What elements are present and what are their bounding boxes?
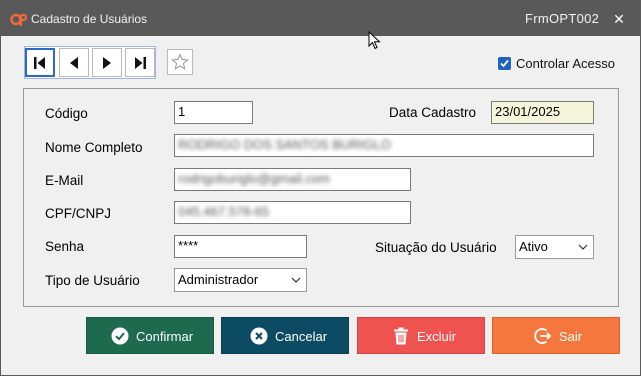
codigo-label: Código bbox=[45, 106, 88, 121]
situacao-usuario-select[interactable]: Ativo bbox=[515, 235, 594, 259]
first-record-button[interactable] bbox=[25, 48, 55, 77]
next-record-icon bbox=[103, 56, 111, 69]
excluir-label: Excluir bbox=[417, 329, 457, 344]
first-record-icon bbox=[34, 56, 45, 69]
trash-icon bbox=[394, 327, 408, 345]
last-record-icon bbox=[135, 56, 146, 69]
star-icon bbox=[171, 53, 189, 70]
nome-completo-field[interactable]: RODRIGO DOS SANTOS BURIGLO bbox=[174, 134, 594, 157]
senha-label: Senha bbox=[45, 239, 85, 254]
cpf-cnpj-label: CPF/CNPJ bbox=[45, 206, 112, 221]
app-logo-icon bbox=[10, 13, 27, 26]
tipo-usuario-value: Administrador bbox=[178, 272, 259, 287]
sair-button[interactable]: Sair bbox=[492, 317, 620, 354]
controlar-acesso-checkbox[interactable] bbox=[498, 57, 511, 70]
confirmar-label: Confirmar bbox=[136, 329, 194, 344]
nome-completo-label: Nome Completo bbox=[45, 140, 143, 155]
checkmark-icon bbox=[500, 59, 509, 68]
nome-completo-value: RODRIGO DOS SANTOS BURIGLO bbox=[178, 137, 391, 152]
situacao-usuario-label: Situação do Usuário bbox=[375, 240, 497, 255]
cancelar-button[interactable]: Cancelar bbox=[221, 317, 349, 354]
senha-field[interactable]: **** bbox=[174, 235, 307, 258]
excluir-button[interactable]: Excluir bbox=[357, 317, 485, 354]
confirmar-button[interactable]: Confirmar bbox=[86, 317, 214, 354]
window-title: Cadastro de Usuários bbox=[31, 12, 148, 26]
exit-icon bbox=[534, 328, 552, 344]
sair-label: Sair bbox=[559, 329, 583, 344]
previous-record-icon bbox=[70, 56, 78, 69]
tipo-usuario-label: Tipo de Usuário bbox=[45, 273, 140, 288]
email-value: rodrigoburiglo@gmail.com bbox=[178, 171, 330, 186]
email-field[interactable]: rodrigoburiglo@gmail.com bbox=[174, 168, 411, 191]
check-circle-icon bbox=[111, 327, 129, 345]
cadastro-usuarios-window: Cadastro de Usuários FrmOPT002 ✕ Control… bbox=[0, 0, 641, 376]
favorite-button[interactable] bbox=[167, 49, 193, 75]
previous-record-button[interactable] bbox=[59, 48, 89, 77]
cancel-circle-icon bbox=[250, 327, 268, 345]
tipo-usuario-select[interactable]: Administrador bbox=[174, 268, 307, 292]
last-record-button[interactable] bbox=[125, 48, 155, 77]
chevron-down-icon bbox=[291, 277, 301, 283]
codigo-field[interactable]: 1 bbox=[174, 101, 253, 124]
cancelar-label: Cancelar bbox=[275, 329, 328, 344]
mouse-cursor-icon bbox=[368, 31, 381, 50]
cpf-cnpj-field[interactable]: 045.467.578-65 bbox=[174, 201, 411, 224]
title-bar[interactable]: Cadastro de Usuários FrmOPT002 ✕ bbox=[1, 1, 640, 36]
form-code: FrmOPT002 bbox=[525, 11, 600, 26]
user-form-panel: Código 1 Data Cadastro 23/01/2025 Nome C… bbox=[23, 88, 619, 307]
data-cadastro-label: Data Cadastro bbox=[389, 105, 477, 120]
chevron-down-icon bbox=[578, 244, 588, 250]
controlar-acesso-label[interactable]: Controlar Acesso bbox=[516, 56, 615, 71]
close-icon[interactable]: ✕ bbox=[609, 9, 629, 29]
situacao-usuario-value: Ativo bbox=[519, 239, 548, 254]
cpf-cnpj-value: 045.467.578-65 bbox=[178, 204, 270, 219]
email-label: E-Mail bbox=[45, 173, 84, 188]
next-record-button[interactable] bbox=[92, 48, 122, 77]
data-cadastro-field[interactable]: 23/01/2025 bbox=[491, 101, 594, 124]
